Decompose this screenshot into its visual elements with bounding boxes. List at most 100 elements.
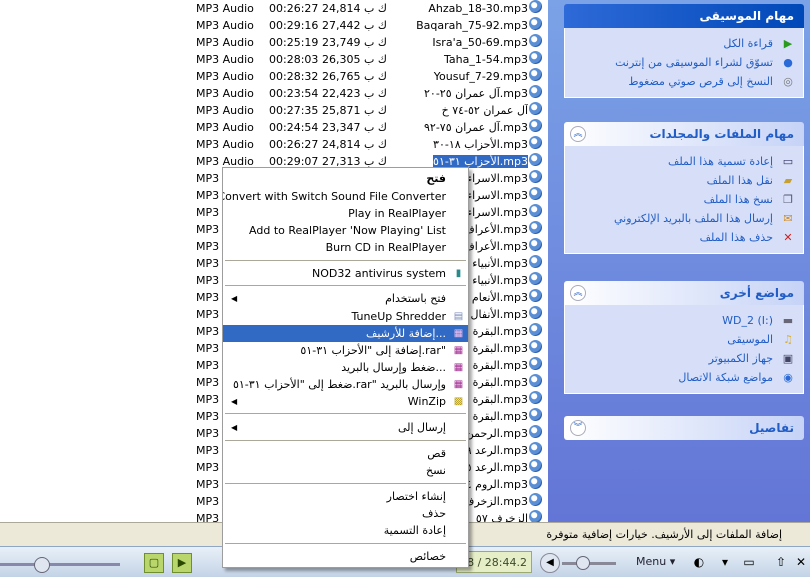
realplayer-logo-icon[interactable]: ◐	[690, 553, 708, 571]
menu-properties[interactable]: خصائص	[223, 548, 468, 565]
menu-create-shortcut[interactable]: إنشاء اختصار	[223, 488, 468, 505]
menu-delete[interactable]: حذف	[223, 505, 468, 522]
type-cell: MP3 Audio	[196, 104, 254, 117]
menu-compress-rar-email[interactable]: ضغط إلى "الأحزاب ٣١-٥١.rar" وإرسال بالبر…	[223, 376, 468, 393]
task-burn-cd[interactable]: ◎ النسخ إلى قرص صوتي مضغوط	[565, 72, 803, 91]
audio-file-icon	[529, 17, 542, 30]
menu-add-to-rar[interactable]: إضافة إلى "الأحزاب ٣١-٥١.rar" ▦	[223, 342, 468, 359]
place-my-computer[interactable]: ▣ جهاز الكمبيوتر	[565, 349, 803, 368]
filename-text: الرعد ٣٥.mp3	[460, 461, 528, 474]
task-rename-file[interactable]: ▭ إعادة تسمية هذا الملف	[565, 152, 803, 171]
menu-add-to-archive[interactable]: إضافة للأرشيف... ▦	[223, 325, 468, 342]
music-tasks-header[interactable]: مهام الموسيقى	[564, 4, 804, 28]
audio-file-icon	[529, 136, 542, 149]
filename-text: البقرة ٨.mp3	[463, 410, 528, 423]
filename-text: الرعد ١٩.mp3	[460, 444, 528, 457]
place-music[interactable]: ♫ الموسيقى	[565, 330, 803, 349]
task-move-file-label: نقل هذا الملف	[706, 174, 773, 187]
place-network[interactable]: ◉ مواضع شبكة الاتصال	[565, 368, 803, 387]
file-row[interactable]: ...المنشاويMP3 Audio00:27:3525,871 ك بآل…	[0, 102, 548, 119]
filename-text: البقرة ٦.mp3	[463, 342, 528, 355]
file-row[interactable]: ...المنشاويMP3 Audio00:26:2724,814 ك بال…	[0, 136, 548, 153]
menu-copy[interactable]: نسخ	[223, 462, 468, 479]
collapse-chevron-icon[interactable]: ︽	[570, 126, 586, 142]
speaker-icon[interactable]: ◀	[540, 553, 560, 573]
duration-cell: 00:24:54	[269, 121, 319, 134]
file-row[interactable]: ...المنشاويMP3 Audio00:23:5422,423 ك بآل…	[0, 85, 548, 102]
type-cell: MP3 Audio	[196, 121, 254, 134]
menu-open[interactable]: فتح	[223, 170, 468, 187]
collapse-chevron-icon[interactable]: ︽	[570, 285, 586, 301]
filename-text: Taha_1-54.mp3	[443, 53, 528, 66]
task-copy-file[interactable]: ❐ نسخ هذا الملف	[565, 190, 803, 209]
file-row[interactable]: eer.comمحمد صديق المMP3 Audio00:28:3226,…	[0, 68, 548, 85]
filename-cell: الأحزاب ١٨-٣٠.mp3	[414, 136, 528, 153]
audio-file-icon	[529, 153, 542, 166]
menu-play-realplayer[interactable]: Play in RealPlayer	[223, 205, 468, 222]
volume-slider-knob[interactable]	[576, 556, 590, 570]
audio-file-icon	[529, 510, 542, 522]
playlist-dropdown-icon[interactable]: ▾	[716, 553, 734, 571]
menu-nod32[interactable]: NOD32 antivirus system ▮	[223, 265, 468, 282]
place-music-label: الموسيقى	[727, 333, 773, 346]
audio-file-icon	[529, 408, 542, 421]
up-arrow-icon[interactable]: ⇧	[772, 553, 790, 571]
file-row[interactable]: eer.comمحمد صديق المMP3 Audio00:26:2724,…	[0, 0, 548, 17]
menu-send-to[interactable]: ◀ إرسال إلى	[223, 419, 468, 436]
place-wd2[interactable]: ▬ WD_2 (I:)	[565, 311, 803, 330]
details-group: تفاصيل ︾	[564, 416, 804, 440]
duration-cell: 00:27:35	[269, 104, 319, 117]
file-row[interactable]: eer.comمحمد صديق المMP3 Audio00:29:1627,…	[0, 17, 548, 34]
audio-file-icon	[529, 238, 542, 251]
menu-compress-email[interactable]: ضغط وإرسال بالبريد... ▦	[223, 359, 468, 376]
stop-button[interactable]: ▢	[144, 553, 164, 573]
menu-burn-realplayer[interactable]: Burn CD in RealPlayer	[223, 239, 468, 256]
menu-cut[interactable]: قص	[223, 445, 468, 462]
details-header[interactable]: تفاصيل ︾	[564, 416, 804, 440]
seek-track[interactable]	[0, 563, 120, 566]
audio-file-icon	[529, 323, 542, 336]
task-shop-music[interactable]: ● تسوّق لشراء الموسيقى من إنترنت	[565, 53, 803, 72]
minimize-window-icon[interactable]: ▭	[740, 553, 758, 571]
size-cell: 25,871 ك ب	[322, 104, 387, 117]
filename-text: الاسراء.mp3	[466, 172, 528, 185]
audio-file-icon	[529, 459, 542, 472]
filename-cell: Taha_1-54.mp3	[414, 51, 528, 68]
globe-icon: ●	[783, 56, 793, 69]
copy-icon: ❐	[783, 193, 793, 206]
type-cell: MP3 Audio	[196, 53, 254, 66]
file-tasks-header[interactable]: مهام الملفات والمجلدات ︽	[564, 122, 804, 146]
type-cell: MP3 Audio	[196, 2, 254, 15]
file-row[interactable]: ...المنشاويMP3 Audio00:24:5423,347 ك بآل…	[0, 119, 548, 136]
duration-cell: 00:25:19	[269, 36, 319, 49]
task-move-file[interactable]: ▰ نقل هذا الملف	[565, 171, 803, 190]
file-row[interactable]: eer.comمحمد صديق المMP3 Audio00:25:1923,…	[0, 34, 548, 51]
menu-rename[interactable]: إعادة التسمية	[223, 522, 468, 539]
duration-cell: 00:28:32	[269, 70, 319, 83]
task-email-file[interactable]: ✉ إرسال هذا الملف بالبريد الإلكتروني	[565, 209, 803, 228]
drive-icon: ▬	[782, 314, 794, 327]
menu-add-realplayer-list[interactable]: Add to RealPlayer 'Now Playing' List	[223, 222, 468, 239]
player-menu-button[interactable]: Menu ▾	[636, 555, 675, 568]
menu-convert-switch[interactable]: Convert with Switch Sound File Converter	[223, 188, 468, 205]
task-delete-file[interactable]: ✕ حذف هذا الملف	[565, 228, 803, 247]
filename-text: البقرة ١.mp3	[463, 325, 528, 338]
task-play-all[interactable]: ▶ قراءة الكل	[565, 34, 803, 53]
file-row[interactable]: eer.comمحمد صديق المMP3 Audio00:28:0326,…	[0, 51, 548, 68]
music-tasks-title: مهام الموسيقى	[699, 9, 795, 23]
filename-text: Yousuf_7-29.mp3	[433, 70, 528, 83]
filename-cell: آل عمران ٢٥-٢٠.mp3	[414, 85, 528, 102]
expand-chevron-icon[interactable]: ︾	[570, 420, 586, 436]
task-burn-cd-label: النسخ إلى قرص صوتي مضغوط	[628, 75, 773, 88]
seek-slider-knob[interactable]	[34, 557, 50, 573]
other-places-header[interactable]: مواضع أخرى ︽	[564, 281, 804, 305]
menu-separator	[225, 260, 466, 261]
menu-tuneup-shredder[interactable]: TuneUp Shredder ▤	[223, 308, 468, 325]
shredder-icon: ▤	[453, 311, 464, 322]
filename-text: البقرة ٧.mp3	[463, 393, 528, 406]
close-icon[interactable]: ✕	[792, 553, 810, 571]
play-button[interactable]: ▶	[172, 553, 192, 573]
audio-file-icon	[529, 119, 542, 132]
menu-winzip[interactable]: ◀ WinZip ▩	[223, 393, 468, 410]
menu-open-with[interactable]: ◀ فتح باستخدام	[223, 290, 468, 307]
